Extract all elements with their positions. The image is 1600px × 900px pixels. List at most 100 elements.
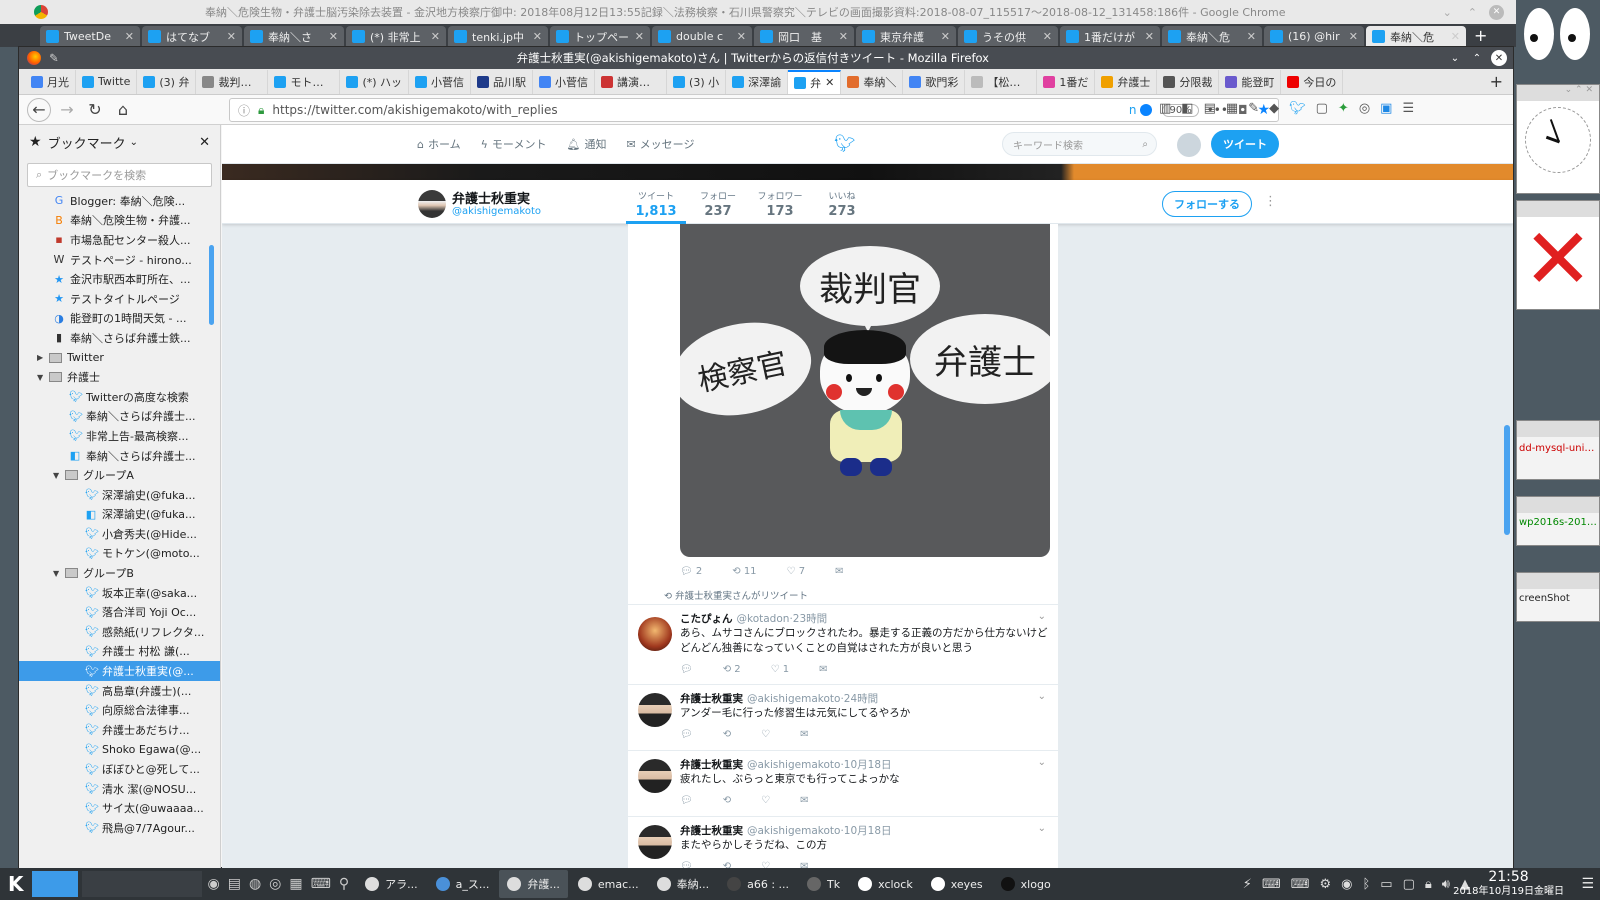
sidebar-title[interactable]: ブックマーク [48, 133, 126, 152]
browser-tab[interactable]: 小菅信 [409, 69, 472, 94]
bookmark-item[interactable]: ★ 金沢市駅西本町所在、... [19, 269, 220, 289]
close-icon[interactable]: ✕ [125, 30, 134, 43]
info-icon[interactable]: ⓘ [238, 102, 250, 119]
chrome-tab[interactable]: (16) @hir ✕ [1264, 26, 1364, 47]
chevron-right-icon[interactable]: ▶ [37, 353, 49, 362]
bookmark-item[interactable]: G Blogger: 奉納＼危険... [19, 191, 220, 211]
bookmark-item[interactable]: B 奉納＼危険生物・弁護... [19, 211, 220, 231]
nav-mail[interactable]: ✉ メッセージ [626, 136, 694, 152]
chevron-down-icon[interactable]: ⌄ [1038, 823, 1046, 834]
home-icon[interactable]: ⌂ [111, 98, 135, 122]
profile-stat[interactable]: フォロー 237 [688, 189, 748, 219]
bookmark-item[interactable]: 🐦︎ 向原総合法律事... [19, 700, 220, 720]
bookmark-item[interactable]: 🐦︎ 飛鳥@7/7Agour... [19, 818, 220, 838]
taskbar-item[interactable]: アラ... [357, 870, 426, 898]
chrome-tab[interactable]: double c ✕ [652, 26, 752, 47]
tweet-author[interactable]: こたぴょん [680, 611, 733, 626]
bookmark-item[interactable]: 🐦︎ 感熱紙(リフレクタ... [19, 622, 220, 642]
nav-lightning[interactable]: ϟ モーメント [481, 136, 547, 152]
browser-tab[interactable]: 月光 [25, 69, 76, 94]
bookmark-folder[interactable]: ▼ グループA [19, 465, 220, 485]
bookmark-item[interactable]: 🐦︎ 弁護士あだちけ... [19, 720, 220, 740]
retweet-action[interactable]: ⟲ 11 [732, 566, 756, 577]
close-icon[interactable]: ✕ [941, 30, 950, 43]
desktop-pager-2[interactable] [81, 871, 202, 897]
bookmark-folder[interactable]: ▼ 弁護士 [19, 367, 220, 387]
settings-icon[interactable]: ⚙ [1319, 877, 1331, 892]
bookmark-item[interactable]: ◧ 深澤諭史(@fuka... [19, 505, 220, 525]
chevron-down-icon[interactable]: ⌄ [1038, 611, 1046, 622]
dm-action[interactable]: ✉ [800, 729, 808, 740]
kde-launcher-icon[interactable]: K [8, 872, 24, 896]
bookmark-item[interactable]: 🐦︎ Twitterの高度な検索 [19, 387, 220, 407]
taskbar-item[interactable]: xeyes [923, 870, 991, 898]
chrome-tab[interactable]: うその供 ✕ [958, 26, 1058, 47]
nav-bell[interactable]: 🔔︎ 通知 [566, 136, 606, 152]
bookmark-item[interactable]: W テストページ - hirono... [19, 250, 220, 270]
bookmark-item[interactable]: 🐦︎ サイ太(@uwaaaa... [19, 798, 220, 818]
bookmark-item[interactable]: 🐦︎ 奉納＼さらば弁護士... [19, 407, 220, 427]
retweet-action[interactable]: ⟲ 2 [723, 664, 741, 675]
browser-tab[interactable]: (*) ハッ [340, 69, 410, 94]
bookmark-item[interactable]: 🐦︎ ぼぼひと@死して... [19, 759, 220, 779]
tweet-author[interactable]: 弁護士秋重実 [680, 823, 743, 838]
browser-tab[interactable]: モトケン [268, 69, 341, 94]
keyboard-icon[interactable]: ⌨ [311, 876, 331, 892]
browser-tab[interactable]: (3) 弁 [137, 69, 197, 94]
close-icon[interactable]: ✕ [1349, 30, 1358, 43]
taskbar-item[interactable]: a66 : ... [719, 870, 797, 898]
terminal-window-3[interactable]: creenShot [1516, 572, 1600, 622]
taskbar-item[interactable]: xlogo [993, 870, 1059, 898]
bookmark-item[interactable]: 🐦︎ Shoko Egawa(@... [19, 740, 220, 760]
pin-icon[interactable]: ✎ [49, 51, 59, 65]
pin-icon[interactable]: ⚲ [339, 876, 349, 892]
page-scrollbar[interactable] [1504, 425, 1510, 535]
tweet-avatar[interactable] [638, 825, 672, 859]
profile-stat[interactable]: いいね 273 [812, 189, 872, 219]
bookmark-item[interactable]: ▪ 市場急配センター殺人... [19, 230, 220, 250]
close-icon[interactable]: ✕ [635, 30, 644, 43]
bookmark-item[interactable]: 🐦︎ 小倉秀夫(@Hide... [19, 524, 220, 544]
retweet-action[interactable]: ⟲ [723, 729, 731, 740]
reload-icon[interactable]: ↻ [83, 98, 107, 122]
chevron-down-icon[interactable]: ▼ [53, 471, 65, 480]
tweet-handle[interactable]: @akishigemakoto [747, 693, 840, 705]
bookmark-item[interactable]: 🐦︎ モトケン(@moto... [19, 544, 220, 564]
tweet-button[interactable]: ツイート [1211, 130, 1279, 158]
close-icon[interactable]: ✕ [737, 30, 746, 43]
terminal-window-2[interactable]: wp2016s-201610 [1516, 496, 1600, 546]
tweet-author[interactable]: 弁護士秋重実 [680, 691, 743, 706]
tweet-handle[interactable]: @akishigemakoto [747, 759, 840, 771]
user-avatar[interactable] [1177, 133, 1201, 157]
taskbar-clock[interactable]: 21:58 2018年10月19日金曜日 [1453, 869, 1564, 898]
tweet[interactable]: ⌄ こたぴょん @kotadon · 23時間 あら、ムサコさんにブロックされたわ。暴… [628, 604, 1058, 675]
chrome-tab[interactable]: 岡口 基 ✕ [754, 26, 854, 47]
bookmark-folder[interactable]: ▶ Twitter [19, 348, 220, 368]
browser-tab[interactable]: 弁 ✕ [788, 69, 842, 94]
back-icon[interactable]: ← [27, 97, 51, 122]
profile-name[interactable]: 弁護士秋重実 [452, 188, 530, 207]
keyboard-icon[interactable]: ⌨ [1291, 877, 1310, 892]
minimize-icon[interactable]: ⌄ [1443, 6, 1452, 19]
feedly-icon[interactable]: ✦ [1338, 101, 1349, 116]
close-icon[interactable]: ✕ [1489, 4, 1504, 20]
xlogo-window[interactable]: ✕ [1516, 200, 1600, 310]
chrome-tab[interactable]: tenki.jp中 ✕ [448, 26, 548, 47]
chrome-tab[interactable]: TweetDe ✕ [40, 26, 140, 47]
browser-tab[interactable]: 1番だ [1037, 69, 1096, 94]
bookmark-item[interactable]: 🐦︎ 落合洋司 Yoji Oc... [19, 602, 220, 622]
browser-tab[interactable]: 能登町 [1219, 69, 1282, 94]
chrome-tab[interactable]: (*) 非常上 ✕ [346, 26, 446, 47]
browser-tab[interactable]: 小菅信 [533, 69, 596, 94]
library-icon[interactable]: ▥ [1159, 101, 1171, 116]
dm-action[interactable]: ✉ [819, 664, 827, 675]
tweet-avatar[interactable] [638, 693, 672, 727]
twitter-search-input[interactable]: キーワード検索 ⌕ [1002, 132, 1157, 156]
chrome-tab[interactable]: トップペー ✕ [550, 26, 650, 47]
taskbar-item[interactable]: emac... [570, 870, 647, 898]
close-icon[interactable]: ✕ [1043, 30, 1052, 43]
menu-icon[interactable]: ☰ [1402, 101, 1414, 116]
text-editor-icon[interactable]: ▤ [228, 876, 241, 892]
profile-handle[interactable]: @akishigemakoto [452, 206, 541, 217]
tweet[interactable]: ⌄ 弁護士秋重実 @akishigemakoto · 24時間 アンダー毛に行った修習… [628, 684, 1058, 740]
